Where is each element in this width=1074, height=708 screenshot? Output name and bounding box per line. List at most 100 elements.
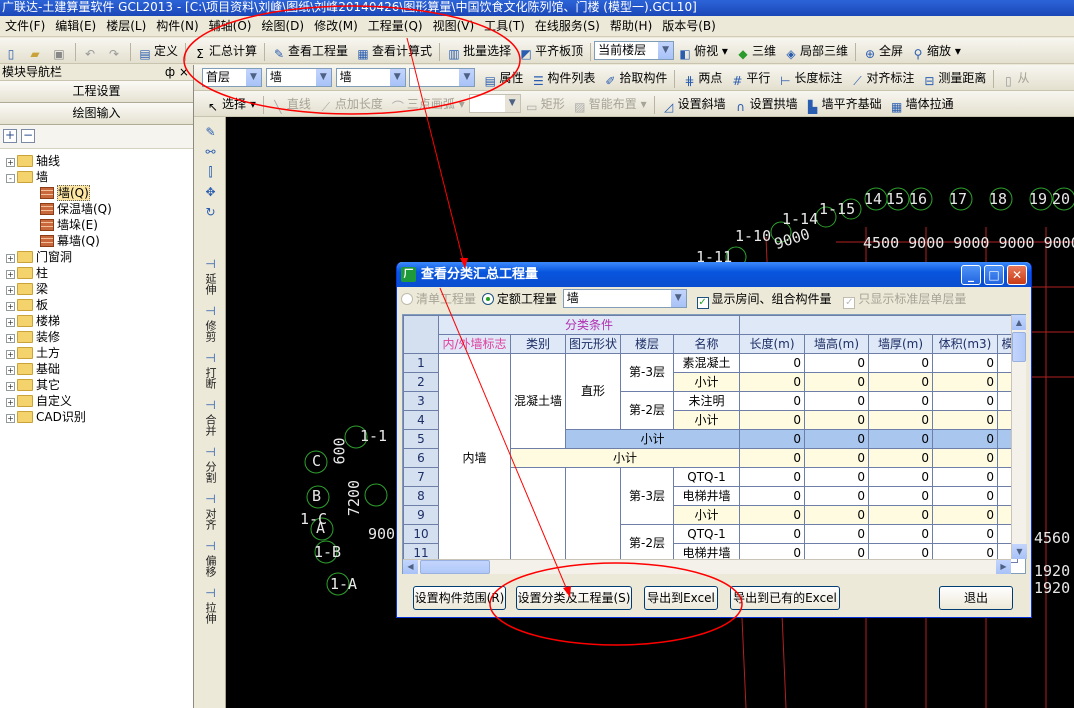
cell-value[interactable]: 0: [932, 410, 999, 430]
column-header[interactable]: 类别: [509, 334, 567, 354]
cell-name[interactable]: 小计: [673, 505, 741, 525]
scroll-right-icon[interactable]: ▶: [996, 560, 1011, 574]
wall-base-button[interactable]: ▙ 墙平齐基础: [802, 93, 886, 115]
tree-item[interactable]: 墙(Q): [0, 185, 193, 201]
cell-value[interactable]: 0: [804, 524, 870, 544]
table-row[interactable]: 1 内墙 混凝土墙 直形 第-3层 素混凝土 0 0 0 0: [403, 353, 1019, 563]
cell-name[interactable]: 小计: [673, 410, 741, 430]
expand-icon[interactable]: +: [6, 350, 15, 359]
cell-value[interactable]: 0: [739, 448, 806, 468]
parallel-button[interactable]: # 平行: [726, 67, 774, 89]
expand-all-icon[interactable]: +: [3, 129, 17, 143]
cell-shape[interactable]: 直形: [565, 353, 622, 430]
expand-icon[interactable]: +: [6, 254, 15, 263]
column-header[interactable]: 内/外墙标志: [438, 334, 511, 354]
cell-value[interactable]: 0: [868, 429, 934, 449]
column-header[interactable]: 名称: [673, 334, 741, 354]
cell-value[interactable]: 0: [804, 467, 870, 487]
copy-tool[interactable]: ⚯: [195, 145, 226, 159]
column-header[interactable]: 墙高(m): [804, 334, 870, 354]
move-tool[interactable]: ✥: [195, 185, 226, 199]
tree-item[interactable]: 幕墙(Q): [0, 233, 193, 249]
cell-value[interactable]: 0: [739, 429, 806, 449]
vtool-item[interactable]: ⊣ 拉伸: [195, 586, 226, 627]
menu-aux-axis[interactable]: 辅轴(O): [204, 16, 257, 37]
menu-draw[interactable]: 绘图(D): [256, 16, 309, 37]
vertical-scrollbar[interactable]: ▲ ▼: [1011, 315, 1027, 559]
collapse-icon[interactable]: -: [6, 174, 15, 183]
cell-value[interactable]: 0: [932, 448, 999, 468]
cell-name[interactable]: 小计: [673, 372, 741, 392]
column-header[interactable]: 长度(m): [739, 334, 806, 354]
length-dim-button[interactable]: ⊢ 长度标注: [774, 67, 846, 89]
tree-item[interactable]: + 板: [0, 297, 193, 313]
cell-floor[interactable]: 第-3层: [620, 467, 675, 525]
menu-tools[interactable]: 工具(T): [479, 16, 530, 37]
row-number[interactable]: 5: [403, 429, 439, 449]
cell-category[interactable]: [509, 467, 567, 563]
export-existing-excel-button[interactable]: 导出到已有的Excel: [730, 586, 840, 610]
view-formula-button[interactable]: ▦ 查看计算式: [352, 40, 436, 62]
cell-value[interactable]: 0: [868, 391, 934, 411]
summary-button[interactable]: Σ 汇总计算: [189, 40, 261, 62]
line-button[interactable]: ╲ 直线: [267, 93, 315, 115]
close-icon[interactable]: ✕: [1007, 265, 1027, 285]
column-header[interactable]: 墙厚(m): [868, 334, 934, 354]
cell-value[interactable]: 0: [804, 486, 870, 506]
align-dim-button[interactable]: ⟋ 对齐标注: [846, 67, 918, 89]
arch-wall-button[interactable]: ∩ 设置拱墙: [730, 93, 802, 115]
expand-icon[interactable]: +: [6, 318, 15, 327]
new-button[interactable]: ▯: [0, 40, 24, 62]
vtool-item[interactable]: ⊣ 打断: [195, 351, 226, 392]
menu-help[interactable]: 帮助(H): [605, 16, 657, 37]
vtool-item[interactable]: ⊣ 延伸: [195, 257, 226, 298]
set-classification-button[interactable]: 设置分类及工程量(S): [516, 586, 632, 610]
undo-button[interactable]: ↶: [79, 40, 103, 62]
scroll-thumb[interactable]: [1012, 332, 1026, 362]
tree-item[interactable]: 保温墙(Q): [0, 201, 193, 217]
cell-value[interactable]: 0: [868, 353, 934, 373]
vtool-item[interactable]: ⊣ 合并: [195, 398, 226, 439]
tree-item[interactable]: + 土方: [0, 345, 193, 361]
cell-value[interactable]: 0: [739, 410, 806, 430]
cell-value[interactable]: 0: [739, 505, 806, 525]
tree-item[interactable]: + 门窗洞: [0, 249, 193, 265]
row-number[interactable]: 8: [403, 486, 439, 506]
align-slab-button[interactable]: ◩ 平齐板顶: [515, 40, 587, 62]
save-button[interactable]: ▣: [48, 40, 72, 62]
cell-subtotal[interactable]: 小计: [565, 429, 741, 449]
cell-value[interactable]: 0: [804, 410, 870, 430]
cell-value[interactable]: 0: [804, 372, 870, 392]
drawing-input-button[interactable]: 绘图输入: [0, 103, 193, 125]
tree-item[interactable]: -墙: [0, 169, 193, 185]
cell-value[interactable]: 0: [932, 505, 999, 525]
exit-button[interactable]: 退出: [939, 586, 1013, 610]
cell-floor[interactable]: 第-2层: [620, 524, 675, 563]
component-filter-select[interactable]: 墙 ▼: [562, 289, 687, 308]
minimize-icon[interactable]: _: [961, 265, 981, 285]
cell-value[interactable]: 0: [739, 391, 806, 411]
properties-button[interactable]: ▤ 属性: [479, 67, 527, 89]
cell-value[interactable]: 0: [868, 524, 934, 544]
row-number[interactable]: 2: [403, 372, 439, 392]
expand-icon[interactable]: +: [6, 414, 15, 423]
smart-layout-button[interactable]: ▨ 智能布置 ▾: [569, 93, 651, 115]
expand-icon[interactable]: +: [6, 158, 15, 167]
column-header[interactable]: 体积(m3): [932, 334, 999, 354]
vtool-item[interactable]: ⊣ 分割: [195, 445, 226, 486]
zoom-button[interactable]: ⚲ 缩放 ▾: [907, 40, 965, 62]
scroll-up-icon[interactable]: ▲: [1012, 315, 1026, 330]
set-range-button[interactable]: 设置构件范围(R): [413, 586, 506, 610]
component-type-select[interactable]: 墙 ▼: [265, 68, 332, 87]
expand-icon[interactable]: +: [6, 334, 15, 343]
three-point-arc-button[interactable]: ⌒ 三点画弧 ▾: [387, 93, 469, 115]
cell-subtotal[interactable]: 小计: [509, 448, 741, 468]
cell-name[interactable]: 电梯井墙: [673, 486, 741, 506]
mirror-tool[interactable]: ⫿: [195, 165, 226, 179]
quota-quantity-radio[interactable]: [481, 293, 494, 305]
tree-item[interactable]: + 装修: [0, 329, 193, 345]
tree-item[interactable]: + 柱: [0, 265, 193, 281]
expand-icon[interactable]: +: [6, 302, 15, 311]
cell-value[interactable]: 0: [932, 524, 999, 544]
row-number[interactable]: 3: [403, 391, 439, 411]
